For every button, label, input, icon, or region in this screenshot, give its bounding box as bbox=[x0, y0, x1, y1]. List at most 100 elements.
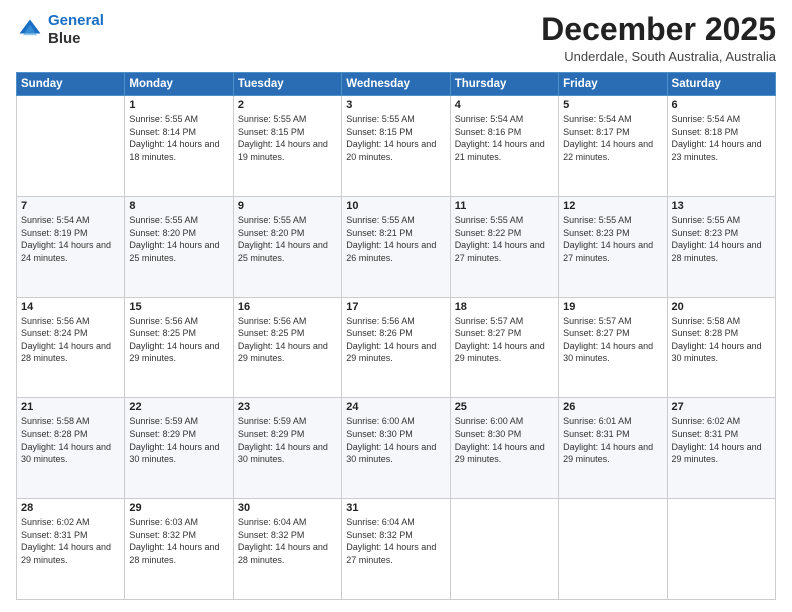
day-info: Sunrise: 5:55 AM Sunset: 8:15 PM Dayligh… bbox=[238, 113, 337, 163]
calendar-cell: 23 Sunrise: 5:59 AM Sunset: 8:29 PM Dayli… bbox=[233, 398, 341, 499]
calendar-cell: 7 Sunrise: 5:54 AM Sunset: 8:19 PM Daylig… bbox=[17, 196, 125, 297]
day-info: Sunrise: 5:59 AM Sunset: 8:29 PM Dayligh… bbox=[238, 415, 337, 465]
logo-text: General Blue bbox=[48, 12, 104, 48]
calendar-cell: 28Sunrise: 6:02 AM Sunset: 8:31 PM Dayli… bbox=[17, 499, 125, 600]
day-info: Sunrise: 6:03 AM Sunset: 8:32 PM Dayligh… bbox=[129, 516, 228, 566]
day-number: 14 bbox=[21, 301, 120, 313]
day-info: Sunrise: 6:02 AM Sunset: 8:31 PM Dayligh… bbox=[672, 415, 771, 465]
day-number: 22 bbox=[129, 401, 228, 413]
day-number: 6 bbox=[672, 99, 771, 111]
calendar-cell: 9Sunrise: 5:55 AM Sunset: 8:20 PM Daylig… bbox=[233, 196, 341, 297]
calendar-cell: 14 Sunrise: 5:56 AM Sunset: 8:24 PM Dayli… bbox=[17, 297, 125, 398]
logo-icon bbox=[16, 16, 44, 44]
day-info: Sunrise: 6:02 AM Sunset: 8:31 PM Dayligh… bbox=[21, 516, 120, 566]
calendar-cell bbox=[17, 96, 125, 197]
calendar-week-row: 21 Sunrise: 5:58 AM Sunset: 8:28 PM Dayli… bbox=[17, 398, 776, 499]
day-number: 17 bbox=[346, 301, 445, 313]
day-info: Sunrise: 5:55 AM Sunset: 8:23 PM Dayligh… bbox=[563, 214, 662, 264]
day-number: 21 bbox=[21, 401, 120, 413]
day-number: 1 bbox=[129, 99, 228, 111]
day-number: 18 bbox=[455, 301, 554, 313]
calendar-cell: 13Sunrise: 5:55 AM Sunset: 8:23 PM Dayli… bbox=[667, 196, 775, 297]
calendar-week-row: 14 Sunrise: 5:56 AM Sunset: 8:24 PM Dayli… bbox=[17, 297, 776, 398]
day-info: Sunrise: 5:57 AM Sunset: 8:27 PM Dayligh… bbox=[455, 315, 554, 365]
calendar-header-row: SundayMondayTuesdayWednesdayThursdayFrid… bbox=[17, 73, 776, 96]
calendar-cell: 29 Sunrise: 6:03 AM Sunset: 8:32 PM Dayli… bbox=[125, 499, 233, 600]
day-of-week-header: Friday bbox=[559, 73, 667, 96]
day-number: 19 bbox=[563, 301, 662, 313]
day-info: Sunrise: 5:55 AM Sunset: 8:15 PM Dayligh… bbox=[346, 113, 445, 163]
calendar-cell: 30 Sunrise: 6:04 AM Sunset: 8:32 PM Dayli… bbox=[233, 499, 341, 600]
calendar-cell: 22Sunrise: 5:59 AM Sunset: 8:29 PM Dayli… bbox=[125, 398, 233, 499]
calendar-week-row: 28Sunrise: 6:02 AM Sunset: 8:31 PM Dayli… bbox=[17, 499, 776, 600]
day-number: 9 bbox=[238, 200, 337, 212]
day-of-week-header: Monday bbox=[125, 73, 233, 96]
day-number: 2 bbox=[238, 99, 337, 111]
day-number: 3 bbox=[346, 99, 445, 111]
calendar-cell: 16 Sunrise: 5:56 AM Sunset: 8:25 PM Dayli… bbox=[233, 297, 341, 398]
calendar-cell: 26 Sunrise: 6:01 AM Sunset: 8:31 PM Dayli… bbox=[559, 398, 667, 499]
day-info: Sunrise: 5:54 AM Sunset: 8:19 PM Dayligh… bbox=[21, 214, 120, 264]
calendar-cell: 27Sunrise: 6:02 AM Sunset: 8:31 PM Dayli… bbox=[667, 398, 775, 499]
calendar-cell: 21 Sunrise: 5:58 AM Sunset: 8:28 PM Dayli… bbox=[17, 398, 125, 499]
day-info: Sunrise: 6:00 AM Sunset: 8:30 PM Dayligh… bbox=[455, 415, 554, 465]
day-number: 5 bbox=[563, 99, 662, 111]
day-info: Sunrise: 5:55 AM Sunset: 8:20 PM Dayligh… bbox=[129, 214, 228, 264]
day-number: 11 bbox=[455, 200, 554, 212]
calendar-cell: 2 Sunrise: 5:55 AM Sunset: 8:15 PM Daylig… bbox=[233, 96, 341, 197]
calendar-cell bbox=[450, 499, 558, 600]
calendar-cell: 19 Sunrise: 5:57 AM Sunset: 8:27 PM Dayli… bbox=[559, 297, 667, 398]
day-of-week-header: Saturday bbox=[667, 73, 775, 96]
day-of-week-header: Wednesday bbox=[342, 73, 450, 96]
day-number: 30 bbox=[238, 502, 337, 514]
calendar-cell: 17 Sunrise: 5:56 AM Sunset: 8:26 PM Dayli… bbox=[342, 297, 450, 398]
day-number: 25 bbox=[455, 401, 554, 413]
calendar-cell: 25 Sunrise: 6:00 AM Sunset: 8:30 PM Dayli… bbox=[450, 398, 558, 499]
calendar-cell: 11 Sunrise: 5:55 AM Sunset: 8:22 PM Dayli… bbox=[450, 196, 558, 297]
day-number: 7 bbox=[21, 200, 120, 212]
calendar-cell: 20 Sunrise: 5:58 AM Sunset: 8:28 PM Dayli… bbox=[667, 297, 775, 398]
calendar-cell bbox=[667, 499, 775, 600]
day-number: 23 bbox=[238, 401, 337, 413]
day-info: Sunrise: 6:04 AM Sunset: 8:32 PM Dayligh… bbox=[238, 516, 337, 566]
calendar-cell: 6 Sunrise: 5:54 AM Sunset: 8:18 PM Daylig… bbox=[667, 96, 775, 197]
day-info: Sunrise: 5:58 AM Sunset: 8:28 PM Dayligh… bbox=[672, 315, 771, 365]
day-info: Sunrise: 5:54 AM Sunset: 8:18 PM Dayligh… bbox=[672, 113, 771, 163]
day-info: Sunrise: 5:54 AM Sunset: 8:17 PM Dayligh… bbox=[563, 113, 662, 163]
calendar-cell: 10 Sunrise: 5:55 AM Sunset: 8:21 PM Dayli… bbox=[342, 196, 450, 297]
day-info: Sunrise: 5:58 AM Sunset: 8:28 PM Dayligh… bbox=[21, 415, 120, 465]
day-of-week-header: Thursday bbox=[450, 73, 558, 96]
day-number: 8 bbox=[129, 200, 228, 212]
day-info: Sunrise: 5:55 AM Sunset: 8:21 PM Dayligh… bbox=[346, 214, 445, 264]
calendar-cell: 5 Sunrise: 5:54 AM Sunset: 8:17 PM Daylig… bbox=[559, 96, 667, 197]
calendar-cell: 3 Sunrise: 5:55 AM Sunset: 8:15 PM Daylig… bbox=[342, 96, 450, 197]
day-info: Sunrise: 6:04 AM Sunset: 8:32 PM Dayligh… bbox=[346, 516, 445, 566]
day-number: 26 bbox=[563, 401, 662, 413]
day-number: 24 bbox=[346, 401, 445, 413]
day-number: 31 bbox=[346, 502, 445, 514]
calendar-cell: 24Sunrise: 6:00 AM Sunset: 8:30 PM Dayli… bbox=[342, 398, 450, 499]
day-info: Sunrise: 5:56 AM Sunset: 8:25 PM Dayligh… bbox=[238, 315, 337, 365]
day-info: Sunrise: 5:55 AM Sunset: 8:23 PM Dayligh… bbox=[672, 214, 771, 264]
logo: General Blue bbox=[16, 12, 104, 48]
day-number: 16 bbox=[238, 301, 337, 313]
day-info: Sunrise: 6:01 AM Sunset: 8:31 PM Dayligh… bbox=[563, 415, 662, 465]
day-number: 29 bbox=[129, 502, 228, 514]
day-number: 20 bbox=[672, 301, 771, 313]
day-info: Sunrise: 5:56 AM Sunset: 8:26 PM Dayligh… bbox=[346, 315, 445, 365]
day-info: Sunrise: 5:57 AM Sunset: 8:27 PM Dayligh… bbox=[563, 315, 662, 365]
day-number: 12 bbox=[563, 200, 662, 212]
location-subtitle: Underdale, South Australia, Australia bbox=[541, 49, 776, 64]
day-number: 10 bbox=[346, 200, 445, 212]
calendar-cell: 15 Sunrise: 5:56 AM Sunset: 8:25 PM Dayli… bbox=[125, 297, 233, 398]
header: General Blue December 2025 Underdale, So… bbox=[16, 12, 776, 64]
day-info: Sunrise: 5:56 AM Sunset: 8:24 PM Dayligh… bbox=[21, 315, 120, 365]
day-info: Sunrise: 5:56 AM Sunset: 8:25 PM Dayligh… bbox=[129, 315, 228, 365]
calendar-cell: 4Sunrise: 5:54 AM Sunset: 8:16 PM Daylig… bbox=[450, 96, 558, 197]
day-info: Sunrise: 5:54 AM Sunset: 8:16 PM Dayligh… bbox=[455, 113, 554, 163]
calendar-week-row: 1Sunrise: 5:55 AM Sunset: 8:14 PM Daylig… bbox=[17, 96, 776, 197]
calendar-cell: 18 Sunrise: 5:57 AM Sunset: 8:27 PM Dayli… bbox=[450, 297, 558, 398]
month-title: December 2025 bbox=[541, 12, 776, 47]
day-number: 15 bbox=[129, 301, 228, 313]
day-info: Sunrise: 5:55 AM Sunset: 8:22 PM Dayligh… bbox=[455, 214, 554, 264]
